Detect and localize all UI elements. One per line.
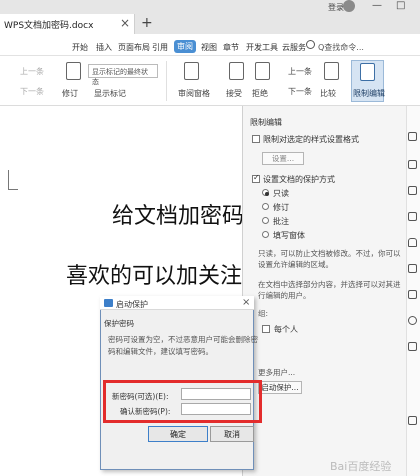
everyone-label: 每个人 [274, 325, 298, 334]
protect-mode-checkbox[interactable] [252, 173, 260, 183]
prev-comment-button[interactable]: 上一条 [20, 66, 44, 77]
document-line-1[interactable]: 给文档加密码 [112, 198, 244, 230]
dialog-info-1: 密码可设置为空，不过恶意用户可能会删除密 [108, 335, 258, 344]
exception-description-1: 在文档中选择部分内容，并选择可以对其进 [258, 280, 401, 289]
radio-readonly-label: 只读 [273, 189, 289, 198]
menu-insert[interactable]: 插入 [96, 42, 112, 53]
dialog-title: 启动保护 [116, 300, 148, 309]
radio-comment[interactable] [262, 217, 269, 224]
dialog-close-button[interactable]: × [242, 297, 250, 308]
review-pane-button[interactable]: 审阅窗格 [178, 88, 210, 99]
cancel-button[interactable]: 取消 [210, 426, 254, 442]
menu-review[interactable]: 审阅 [174, 40, 196, 53]
everyone-checkbox[interactable] [262, 325, 270, 333]
share-icon[interactable] [408, 316, 417, 325]
dialog-app-icon [104, 299, 113, 307]
command-search[interactable]: Q查找命令... [318, 42, 364, 53]
reject-icon [255, 62, 270, 80]
document-line-2[interactable]: 喜欢的可以加关注 [66, 258, 242, 290]
settings-button[interactable]: 设置... [262, 152, 304, 165]
next-comment-button[interactable]: 下一条 [20, 86, 44, 97]
radio-comment-label: 批注 [273, 217, 289, 226]
tab-close-button[interactable]: × [120, 16, 130, 30]
prev-change-button[interactable]: 上一条 [288, 66, 312, 77]
maximize-button[interactable]: □ [396, 0, 405, 11]
style-icon[interactable] [408, 212, 417, 221]
menu-cloud[interactable]: 云服务 [282, 42, 306, 53]
ribbon-divider [166, 61, 167, 101]
start-protect-button[interactable]: 启动保护... [258, 381, 302, 394]
group-label: 组: [258, 309, 269, 318]
review-pane-icon [184, 62, 199, 80]
menu-start[interactable]: 开始 [72, 42, 88, 53]
search-icon[interactable] [306, 40, 315, 49]
lock-icon[interactable] [408, 238, 417, 247]
password-highlight-box [103, 380, 262, 423]
translate-icon[interactable] [408, 290, 417, 299]
ok-button[interactable]: 确定 [148, 426, 208, 442]
panel-header: 限制编辑 [250, 118, 282, 127]
help-icon[interactable] [408, 416, 417, 425]
baidu-watermark: Bai百度经验 [330, 460, 392, 473]
avatar-icon[interactable] [343, 0, 355, 12]
radio-form[interactable] [262, 231, 269, 238]
radio-revise-label: 修订 [273, 203, 289, 212]
more-users-link[interactable]: 更多用户... [258, 367, 295, 378]
protect-mode-label: 设置文档的保护方式 [263, 175, 335, 184]
format-restrict-label: 限制对选定的样式设置格式 [263, 135, 359, 144]
document-tab-title: WPS文档加密码.docx [4, 21, 94, 31]
exception-description-2: 行编辑的用户。 [258, 291, 311, 300]
compare-button[interactable]: 比较 [320, 88, 336, 99]
radio-revise[interactable] [262, 203, 269, 210]
menu-developer[interactable]: 开发工具 [246, 42, 278, 53]
select-icon[interactable] [408, 160, 417, 169]
new-tab-button[interactable]: + [141, 15, 153, 31]
markup-display-select[interactable]: 显示标记的最终状态 [88, 64, 158, 86]
radio-readonly[interactable] [262, 189, 269, 196]
reject-button[interactable]: 拒绝 [252, 88, 268, 99]
login-link[interactable]: 登录 [328, 2, 344, 13]
readonly-description-2: 设置允许编辑的区域。 [258, 260, 333, 269]
dialog-info-2: 码和编辑文件，建议填写密码。 [108, 347, 213, 356]
accept-icon [229, 62, 244, 80]
menu-view[interactable]: 视图 [201, 42, 217, 53]
compare-icon [324, 62, 339, 80]
accept-button[interactable]: 接受 [226, 88, 242, 99]
revise-icon [66, 62, 81, 80]
restrict-edit-label: 限制编辑 [353, 89, 385, 98]
menu-references[interactable]: 引用 [152, 42, 168, 53]
radio-form-label: 填写窗体 [273, 231, 305, 240]
format-restrict-checkbox[interactable] [252, 135, 260, 143]
page-corner-mark [8, 170, 18, 190]
minimize-button[interactable]: — [372, 0, 382, 11]
document-icon[interactable] [408, 342, 417, 351]
show-markup-button[interactable]: 显示标记 [94, 88, 126, 99]
shield-icon[interactable] [408, 264, 417, 273]
revise-button[interactable]: 修订 [62, 88, 78, 99]
next-change-button[interactable]: 下一条 [288, 86, 312, 97]
restrict-edit-icon [360, 63, 375, 81]
dialog-section-title: 保护密码 [104, 319, 134, 328]
menu-chapter[interactable]: 章节 [223, 42, 239, 53]
edit-icon[interactable] [408, 132, 417, 141]
readonly-description-1: 只读，可以防止文档被修改。不过，你可以 [258, 249, 401, 258]
shape-icon[interactable] [408, 186, 417, 195]
menu-page-layout[interactable]: 页面布局 [118, 42, 150, 53]
